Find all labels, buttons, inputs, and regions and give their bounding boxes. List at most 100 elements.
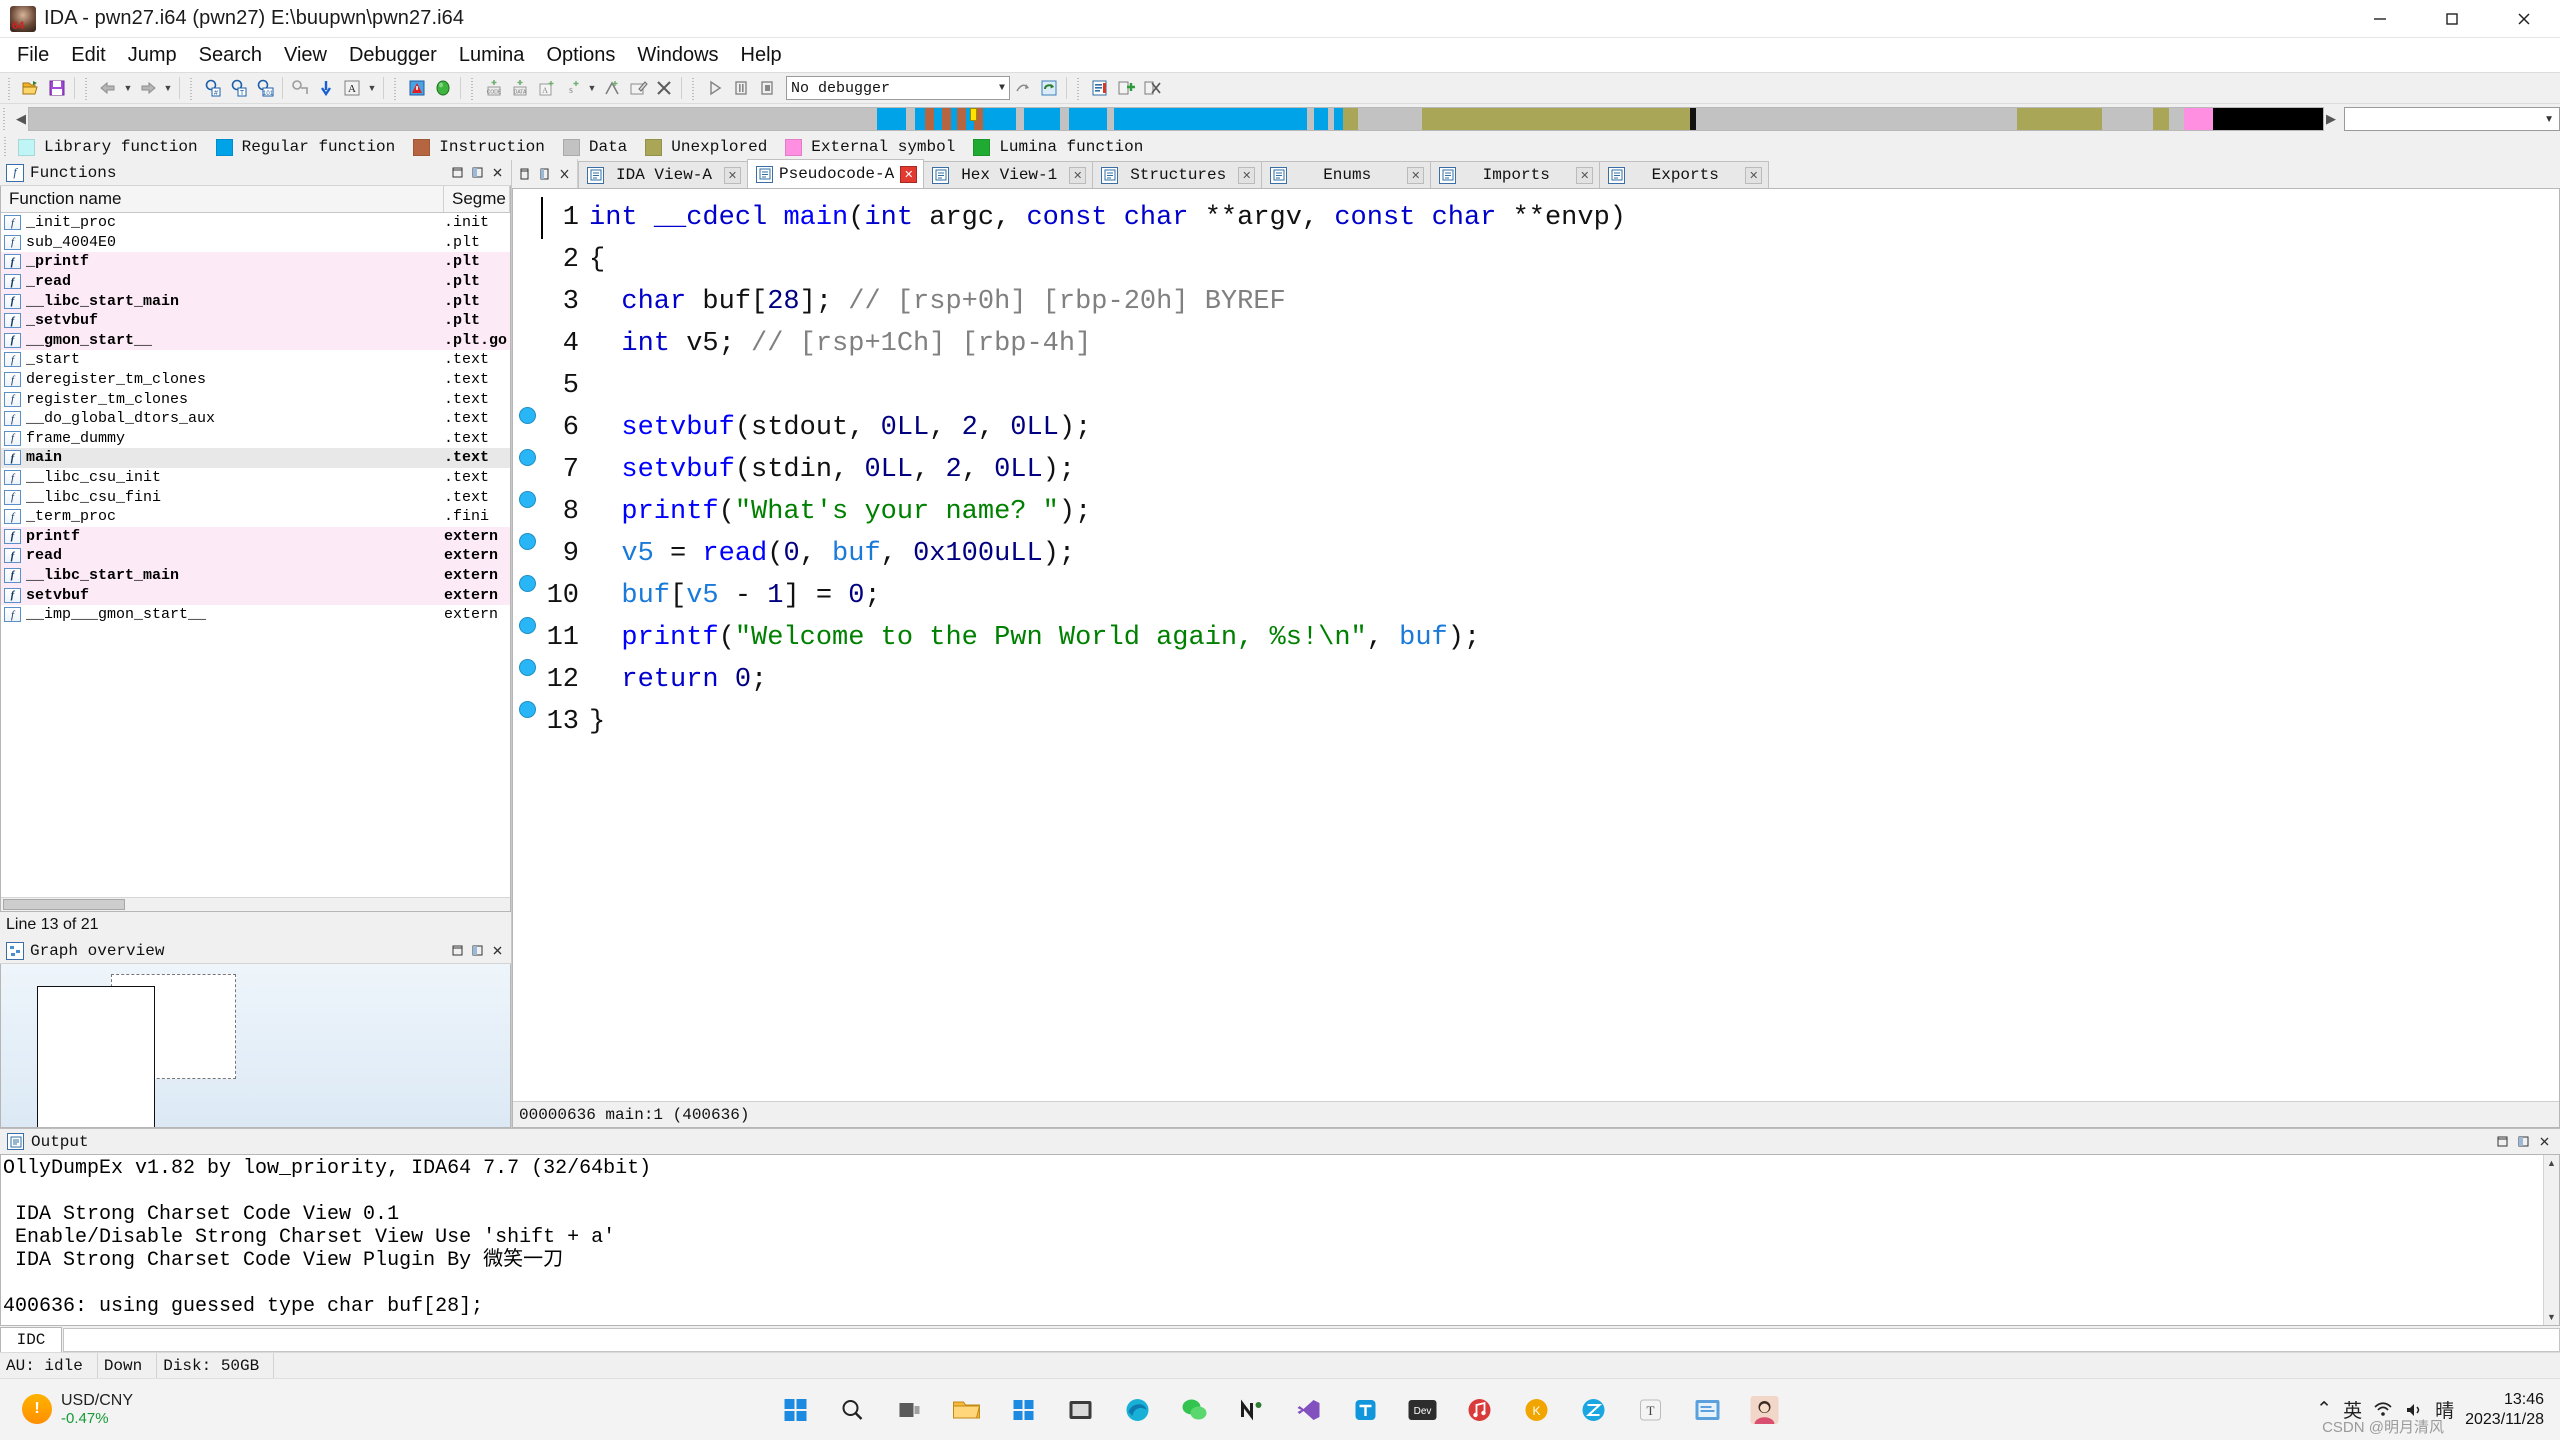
table-row[interactable]: f _printf .plt (1, 252, 510, 272)
open-file-icon[interactable] (18, 75, 44, 101)
tab-close-icon[interactable]: ✕ (1238, 166, 1256, 184)
zotero-icon[interactable] (1568, 1384, 1620, 1436)
dock-icon[interactable] (468, 164, 486, 182)
table-row[interactable]: f __do_global_dtors_aux .text (1, 409, 510, 429)
make-array-icon[interactable]: A (533, 75, 559, 101)
step-icon[interactable] (1010, 75, 1036, 101)
debugger-select[interactable]: No debugger ▼ (786, 76, 1010, 100)
warning-icon[interactable] (404, 75, 430, 101)
clock-widget[interactable]: 13:46 2023/11/28 (2465, 1390, 2544, 1428)
search-text-icon[interactable]: T (226, 75, 252, 101)
tab-imports[interactable]: Imports ✕ (1430, 161, 1601, 188)
code-line[interactable]: 1 int __cdecl main(int argc, const char *… (513, 197, 2559, 239)
make-data-icon[interactable]: DATA (507, 75, 533, 101)
table-row[interactable]: f deregister_tm_clones .text (1, 370, 510, 390)
dock-icon[interactable] (2514, 1133, 2532, 1151)
dock-icon[interactable] (536, 165, 553, 182)
breakpoint-icon[interactable] (513, 575, 541, 592)
output-command-input[interactable] (63, 1328, 2560, 1352)
menu-item-edit[interactable]: Edit (60, 40, 116, 71)
toolbar-grip-4[interactable] (392, 76, 400, 100)
scrollbar-thumb[interactable] (3, 899, 125, 910)
table-row[interactable]: f setvbuf extern (1, 585, 510, 605)
menu-item-jump[interactable]: Jump (117, 40, 188, 71)
table-row[interactable]: f _read .plt (1, 271, 510, 292)
code-line[interactable]: 11 printf("Welcome to the Pwn World agai… (513, 617, 2559, 659)
column-header-segment[interactable]: Segme (444, 186, 510, 212)
menu-item-file[interactable]: File (6, 40, 60, 71)
code-line[interactable]: 2{ (513, 239, 2559, 281)
tab-structures[interactable]: Structures ✕ (1092, 161, 1263, 188)
functions-list[interactable]: f _init_proc .init f sub_4004E0 .plt f _printf.… (1, 213, 510, 897)
code-line[interactable]: 6 setvbuf(stdout, 0LL, 2, 0LL); (513, 407, 2559, 449)
restore-icon[interactable] (2493, 1133, 2511, 1151)
nav-right-arrow-icon[interactable]: ▶ (2324, 106, 2338, 132)
green-ball-icon[interactable] (430, 75, 456, 101)
text-style-icon[interactable]: A (339, 75, 365, 101)
table-row[interactable]: f __gmon_start__ .plt.go (1, 330, 510, 351)
add-icon[interactable] (1113, 75, 1139, 101)
make-struct-icon[interactable]: s (559, 75, 585, 101)
breakpoint-icon[interactable] (513, 407, 541, 424)
forward-dropdown-icon[interactable]: ▼ (161, 75, 175, 101)
stock-widget[interactable]: ! USD/CNY -0.47% (0, 1392, 133, 1428)
jump-to-icon[interactable] (287, 75, 313, 101)
menu-item-debugger[interactable]: Debugger (338, 40, 448, 71)
jump-down-icon[interactable] (313, 75, 339, 101)
menu-item-view[interactable]: View (273, 40, 338, 71)
toolbar-grip[interactable] (6, 76, 14, 100)
close-editor-icon[interactable] (556, 165, 573, 182)
minimize-icon[interactable] (2344, 0, 2416, 38)
breakpoint-icon[interactable] (513, 533, 541, 550)
close-panel-icon[interactable] (2535, 1133, 2553, 1151)
navicat-icon[interactable] (1226, 1384, 1278, 1436)
column-header-function-name[interactable]: Function name (1, 186, 444, 212)
breakpoint-icon[interactable] (513, 659, 541, 676)
table-row[interactable]: f __libc_start_main .plt (1, 291, 510, 311)
user-avatar-icon[interactable] (1739, 1384, 1791, 1436)
pseudocode-text[interactable]: 1 int __cdecl main(int argc, const char *… (513, 189, 2559, 1101)
table-row[interactable]: f __libc_csu_fini .text (1, 487, 510, 507)
code-line[interactable]: 10 buf[v5 - 1] = 0; (513, 575, 2559, 617)
toolbar-grip-7[interactable] (1075, 76, 1083, 100)
restore-icon[interactable] (448, 164, 466, 182)
kingsoft-icon[interactable]: K (1511, 1384, 1563, 1436)
delete-icon[interactable] (651, 75, 677, 101)
tab-close-icon[interactable]: ✕ (900, 165, 918, 183)
table-row[interactable]: f __libc_csu_init .text (1, 468, 510, 488)
navigator-band[interactable] (28, 107, 2324, 131)
table-row[interactable]: f register_tm_clones .text (1, 389, 510, 409)
close-x-icon[interactable] (1139, 75, 1165, 101)
back-dropdown-icon[interactable]: ▼ (121, 75, 135, 101)
code-line[interactable]: 3 char buf[28]; // [rsp+0h] [rbp-20h] BY… (513, 281, 2559, 323)
wechat-icon[interactable] (1169, 1384, 1221, 1436)
output-scrollbar[interactable]: ▲ ▼ (2543, 1155, 2559, 1325)
video-player-icon[interactable] (1055, 1384, 1107, 1436)
table-row[interactable]: f _start .text (1, 350, 510, 370)
toolbar-grip-2[interactable] (83, 76, 91, 100)
edit-function-icon[interactable] (625, 75, 651, 101)
tim-icon[interactable] (1340, 1384, 1392, 1436)
close-panel-icon[interactable] (488, 164, 506, 182)
code-line[interactable]: 9 v5 = read(0, buf, 0x100uLL); (513, 533, 2559, 575)
refresh-icon[interactable] (1036, 75, 1062, 101)
start-button-icon[interactable] (770, 1384, 822, 1436)
code-line[interactable]: 7 setvbuf(stdin, 0LL, 2, 0LL); (513, 449, 2559, 491)
tab-close-icon[interactable]: ✕ (724, 166, 741, 184)
maximize-icon[interactable] (2416, 0, 2488, 38)
toolbar-grip-6[interactable] (690, 76, 698, 100)
close-panel-icon[interactable] (488, 942, 506, 960)
search-hex-icon[interactable]: # (200, 75, 226, 101)
code-line[interactable]: 13} (513, 701, 2559, 743)
save-file-icon[interactable] (44, 75, 70, 101)
toolbar-grip-3[interactable] (188, 76, 196, 100)
table-row[interactable]: f _init_proc .init (1, 213, 510, 233)
tab-ida-view-a[interactable]: IDA View-A ✕ (578, 161, 748, 188)
menu-item-help[interactable]: Help (730, 40, 793, 71)
breakpoint-icon[interactable] (513, 449, 541, 466)
table-row[interactable]: f _setvbuf .plt (1, 310, 510, 331)
menu-item-windows[interactable]: Windows (626, 40, 729, 71)
menu-item-search[interactable]: Search (188, 40, 273, 71)
tab-pseudocode-a[interactable]: Pseudocode-A ✕ (747, 159, 925, 188)
tab-close-icon[interactable]: ✕ (1069, 166, 1087, 184)
